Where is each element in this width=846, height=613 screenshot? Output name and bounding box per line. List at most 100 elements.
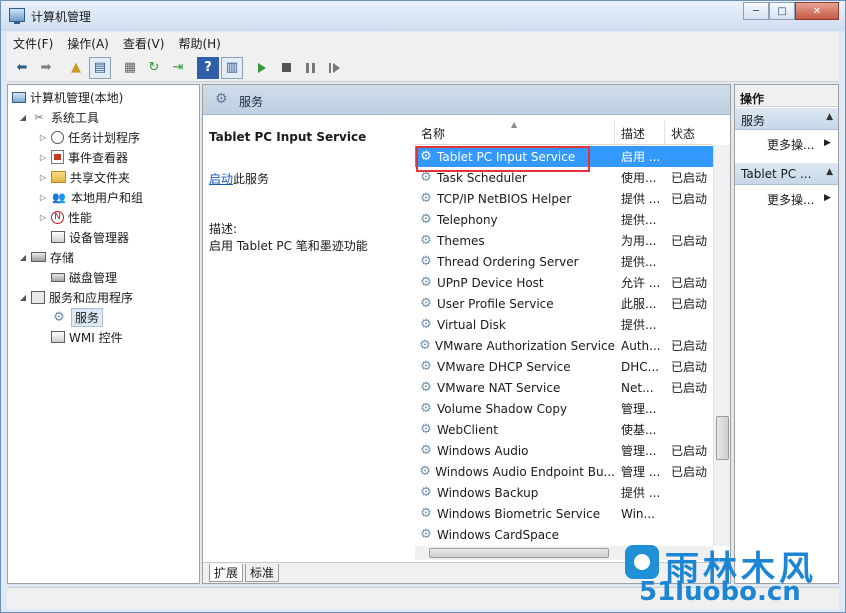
service-status-cell: 已启动 bbox=[671, 465, 708, 479]
service-row[interactable]: ⚙ TCP/IP NetBIOS Helper 提供 ... 已启动 bbox=[415, 188, 713, 209]
collapse-up-icon[interactable]: ▲ bbox=[826, 167, 833, 177]
expand-arrow-icon[interactable]: ▷ bbox=[38, 213, 48, 222]
service-row[interactable]: ⚙ Thread Ordering Server 提供... bbox=[415, 251, 713, 272]
column-header-description[interactable]: 描述 bbox=[615, 121, 665, 145]
service-name-cell: ⚙ Windows Backup bbox=[420, 485, 539, 500]
gear-icon: ⚙ bbox=[420, 380, 432, 395]
close-button[interactable]: ✕ bbox=[795, 2, 839, 20]
service-row[interactable]: ⚙ VMware DHCP Service DHC... 已启动 bbox=[415, 356, 713, 377]
actions-section-services[interactable]: 服务 ▲ bbox=[735, 108, 838, 130]
gear-icon: ⚙ bbox=[420, 401, 432, 416]
services-header-title: 服务 bbox=[239, 95, 264, 109]
tree-item-device-manager[interactable]: 设备管理器 bbox=[51, 227, 129, 247]
service-row[interactable]: ⚙ VMware NAT Service Net... 已启动 bbox=[415, 377, 713, 398]
service-detail-panel: Tablet PC Input Service 启动此服务 描述: 启用 Tab… bbox=[203, 116, 413, 561]
gear-icon: ⚙ bbox=[419, 464, 431, 479]
pause-service-icon[interactable] bbox=[299, 57, 321, 79]
service-row[interactable]: ⚙ Themes 为用... 已启动 bbox=[415, 230, 713, 251]
collapse-arrow-icon[interactable]: ◢ bbox=[18, 293, 28, 302]
tree-item-event-viewer[interactable]: ▷ 事件查看器 bbox=[38, 147, 128, 167]
export-list-icon[interactable]: ⇥ bbox=[167, 57, 189, 79]
gear-icon: ⚙ bbox=[53, 309, 65, 325]
properties-icon[interactable]: ▦ bbox=[119, 57, 141, 79]
tree-item-task-scheduler[interactable]: ▷ 任务计划程序 bbox=[38, 127, 140, 147]
console-tree: 计算机管理(本地) ◢ ✂ 系统工具 ▷ 任务计划程序 ▷ 事件查看器 ▷ 共享… bbox=[7, 84, 200, 584]
menu-view[interactable]: 查看(V) bbox=[123, 35, 165, 52]
tree-item-local-users[interactable]: ▷ 👥 本地用户和组 bbox=[38, 187, 143, 207]
vertical-scroll-thumb[interactable] bbox=[716, 416, 729, 460]
tree-item-disk-management[interactable]: 磁盘管理 bbox=[51, 267, 117, 287]
expand-arrow-icon[interactable]: ▷ bbox=[38, 133, 48, 142]
start-service-link[interactable]: 启动 bbox=[209, 172, 233, 186]
service-name-cell: ⚙ Themes bbox=[420, 233, 485, 248]
more-actions-tablet[interactable]: 更多操... bbox=[767, 191, 814, 208]
maximize-button[interactable]: □ bbox=[769, 2, 795, 20]
tree-item-services-apps[interactable]: ◢ 服务和应用程序 bbox=[18, 287, 133, 307]
horizontal-scroll-thumb[interactable] bbox=[429, 548, 609, 558]
tree-item-wmi[interactable]: WMI 控件 bbox=[51, 327, 123, 347]
show-hide-action-pane-icon[interactable]: ▥ bbox=[221, 56, 243, 79]
collapse-arrow-icon[interactable]: ◢ bbox=[18, 113, 28, 122]
collapse-up-icon[interactable]: ▲ bbox=[826, 112, 833, 122]
show-hide-tree-icon[interactable]: ▤ bbox=[89, 56, 111, 79]
title-bar[interactable]: 计算机管理 ─ □ ✕ bbox=[1, 1, 845, 31]
service-row[interactable]: ⚙ Windows Backup 提供 ... bbox=[415, 482, 713, 503]
tree-item-performance[interactable]: ▷ N 性能 bbox=[38, 207, 92, 227]
menu-file[interactable]: 文件(F) bbox=[13, 35, 53, 52]
service-desc-cell: Win... bbox=[621, 506, 655, 521]
service-status-cell bbox=[671, 146, 713, 167]
services-pane: ⚙ 服务 Tablet PC Input Service 启动此服务 描述: 启… bbox=[202, 84, 731, 584]
refresh-icon[interactable]: ↻ bbox=[143, 57, 165, 79]
tree-item-root[interactable]: 计算机管理(本地) bbox=[12, 87, 123, 107]
tree-item-shared-folders[interactable]: ▷ 共享文件夹 bbox=[38, 167, 130, 187]
shared-folder-icon bbox=[51, 171, 66, 183]
service-row[interactable]: ⚙ Virtual Disk 提供... bbox=[415, 314, 713, 335]
service-name-cell: ⚙ TCP/IP NetBIOS Helper bbox=[420, 191, 572, 206]
tab-standard[interactable]: 标准 bbox=[245, 564, 280, 582]
column-header-name[interactable]: 名称 bbox=[415, 121, 615, 145]
service-row[interactable]: ⚙ Volume Shadow Copy 管理... bbox=[415, 398, 713, 419]
service-desc-cell: 提供... bbox=[621, 255, 657, 269]
column-header-status[interactable]: 状态 bbox=[665, 121, 713, 145]
restart-service-icon[interactable] bbox=[323, 57, 345, 79]
up-folder-icon[interactable]: ▲ bbox=[65, 57, 87, 79]
menu-help[interactable]: 帮助(H) bbox=[178, 35, 220, 52]
help-icon[interactable]: ? bbox=[197, 56, 219, 79]
service-row[interactable]: ⚙ User Profile Service 此服... 已启动 bbox=[415, 293, 713, 314]
users-icon: 👥 bbox=[52, 190, 66, 204]
service-row[interactable]: ⚙ VMware Authorization Service Auth... 已启动 bbox=[415, 335, 713, 356]
expand-arrow-icon[interactable]: ▷ bbox=[38, 173, 48, 182]
service-row[interactable]: ⚙ Windows Audio Endpoint Bu... 管理 ... 已启动 bbox=[415, 461, 713, 482]
minimize-button[interactable]: ─ bbox=[743, 2, 769, 20]
actions-section-tablet[interactable]: Tablet PC ... ▲ bbox=[735, 163, 838, 185]
tree-item-system-tools[interactable]: ◢ ✂ 系统工具 bbox=[18, 107, 99, 127]
tree-item-services[interactable]: ⚙ 服务 bbox=[51, 307, 104, 327]
vertical-scrollbar[interactable] bbox=[713, 145, 730, 546]
menu-action[interactable]: 操作(A) bbox=[67, 35, 109, 52]
more-actions-services[interactable]: 更多操... bbox=[767, 136, 814, 153]
service-row[interactable]: ⚙ Telephony 提供... bbox=[415, 209, 713, 230]
service-status-cell bbox=[671, 314, 713, 335]
back-arrow-icon[interactable]: ⬅ bbox=[11, 57, 33, 79]
expand-arrow-icon[interactable]: ▷ bbox=[38, 153, 48, 162]
tab-extended[interactable]: 扩展 bbox=[209, 564, 244, 582]
service-row[interactable]: ⚙ WebClient 使基... bbox=[415, 419, 713, 440]
service-status-cell: 已启动 bbox=[671, 360, 708, 374]
service-row[interactable]: ⚙ Windows Audio 管理... 已启动 bbox=[415, 440, 713, 461]
service-desc-cell: 提供... bbox=[621, 213, 657, 227]
expand-arrow-icon[interactable]: ▷ bbox=[38, 193, 48, 202]
service-status-cell bbox=[671, 482, 713, 503]
service-status-cell: 已启动 bbox=[671, 234, 708, 248]
service-status-cell bbox=[671, 503, 713, 524]
start-service-icon[interactable] bbox=[251, 57, 273, 79]
highlight-box bbox=[416, 146, 590, 172]
service-desc-cell: 为用... bbox=[621, 234, 657, 248]
service-row[interactable]: ⚙ UPnP Device Host 允许 ... 已启动 bbox=[415, 272, 713, 293]
forward-arrow-icon[interactable]: ➡ bbox=[35, 57, 57, 79]
stop-service-icon[interactable] bbox=[275, 57, 297, 79]
service-row[interactable]: ⚙ Windows Biometric Service Win... bbox=[415, 503, 713, 524]
service-desc-cell: 使基... bbox=[621, 423, 657, 437]
tree-item-storage[interactable]: ◢ 存储 bbox=[18, 247, 74, 267]
gear-icon: ⚙ bbox=[420, 233, 432, 248]
collapse-arrow-icon[interactable]: ◢ bbox=[18, 253, 28, 262]
